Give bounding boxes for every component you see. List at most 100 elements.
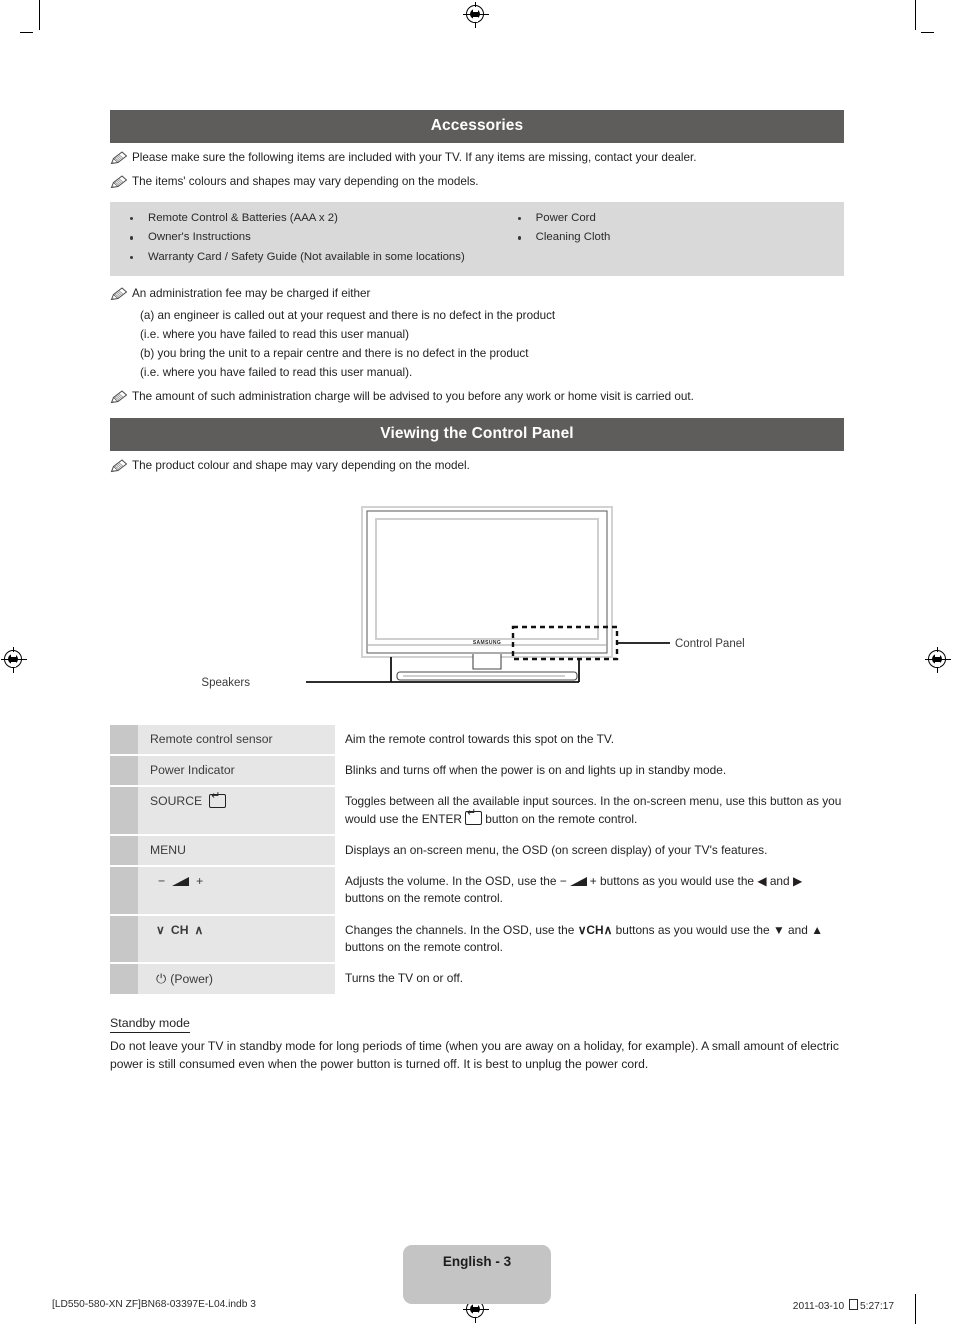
table-row-volume: − + Adjusts the volume. In the OSD, use … <box>110 867 844 914</box>
crop-mark-top-right <box>915 0 916 30</box>
ampm-glyph-icon <box>849 1299 858 1310</box>
note-accessories-2: The items' colours and shapes may vary d… <box>110 174 844 191</box>
row-label: MENU <box>138 835 335 866</box>
table-row: Power Indicator Blinks and turns off whe… <box>110 756 844 786</box>
accessories-column-right: Power Cord Cleaning Cloth <box>492 209 844 267</box>
volume-triangle-icon <box>172 876 190 886</box>
note-text: The amount of such administration charge… <box>132 389 694 403</box>
desc-part: Changes the channels. In the OSD, use th… <box>345 922 578 937</box>
desc-part: buttons as you would use the <box>612 922 773 937</box>
triangle-down-icon: ▼ <box>772 922 785 937</box>
row-description: Toggles between all the available input … <box>335 787 844 834</box>
list-item: Owner's Instructions <box>116 228 492 247</box>
list-item: Power Cord <box>504 209 844 228</box>
fee-line: (i.e. where you have failed to read this… <box>140 328 409 342</box>
desc-part: buttons as you would use the <box>596 874 758 889</box>
table-row: MENU Displays an on-screen menu, the OSD… <box>110 835 844 866</box>
right-arrow-icon: ▶ <box>792 874 803 889</box>
fee-line: (i.e. where you have failed to read this… <box>140 365 413 379</box>
minus-sign: − <box>158 874 166 889</box>
note-admin-charge: The amount of such administration charge… <box>110 389 844 406</box>
footer-timestamp: 2011-03-10 5:27:17 <box>793 1299 894 1312</box>
tv-brand-label: SAMSUNG <box>473 640 501 646</box>
standby-mode-section: Standby mode Do not leave your TV in sta… <box>110 1014 844 1073</box>
note-pencil-icon <box>110 390 132 404</box>
row-label-text: (Power) <box>170 972 213 987</box>
row-description: Turns the TV on or off. <box>345 971 464 986</box>
row-description: Displays an on-screen menu, the OSD (on … <box>345 842 768 857</box>
desc-part: buttons on the remote control. <box>345 891 503 906</box>
callout-speakers: Speakers <box>201 677 250 689</box>
callout-control-panel: Control Panel <box>675 638 745 650</box>
row-description: Changes the channels. In the OSD, use th… <box>335 916 844 963</box>
desc-enter-label: ENTER <box>421 811 462 826</box>
row-description: Adjusts the volume. In the OSD, use the … <box>335 867 844 914</box>
note-text: The items' colours and shapes may vary d… <box>132 174 479 188</box>
row-label-text: Power Indicator <box>150 763 235 778</box>
standby-mode-body: Do not leave your TV in standby mode for… <box>110 1039 839 1071</box>
row-label: Remote control sensor <box>138 724 335 755</box>
chevron-up-icon: ∧ <box>603 922 613 937</box>
row-number-swatch <box>110 964 138 995</box>
tv-diagram: SAMSUNG Control Panel Speakers <box>110 497 844 707</box>
row-label: − + <box>138 867 335 914</box>
table-row-power: ⏻ (Power) Turns the TV on or off. <box>110 964 844 995</box>
page-content: Accessories Please make sure the followi… <box>110 110 844 1073</box>
row-number-swatch <box>110 915 138 963</box>
power-icon: ⏻ <box>156 971 167 987</box>
row-number-swatch <box>110 756 138 786</box>
desc-part: and <box>784 922 812 937</box>
desc-part: button on the remote control. <box>482 811 638 826</box>
desc-part: and <box>766 874 793 889</box>
row-label: Power Indicator <box>138 756 335 786</box>
enter-key-icon <box>465 807 482 825</box>
note-pencil-icon <box>110 459 132 473</box>
enter-key-icon <box>209 790 227 809</box>
fee-line: (a) an engineer is called out at your re… <box>140 309 556 323</box>
crop-mark-top-left-tick <box>20 32 33 33</box>
section-header-accessories: Accessories <box>110 110 844 143</box>
plus-sign: + <box>589 874 597 889</box>
note-pencil-icon <box>110 151 132 165</box>
note-text: An administration fee may be charged if … <box>132 287 371 301</box>
list-item: Cleaning Cloth <box>504 228 844 247</box>
row-number-swatch <box>110 787 138 834</box>
note-pencil-icon <box>110 175 132 189</box>
row-label: ∨ CH ∧ <box>138 915 335 963</box>
crop-mark-bottom-right <box>915 1294 916 1324</box>
minus-sign: − <box>559 874 567 889</box>
crop-mark-top-right-tick <box>921 32 934 33</box>
left-arrow-icon: ◀ <box>757 874 767 889</box>
footer-date: 2011-03-10 <box>792 1301 845 1312</box>
note-text: Please make sure the following items are… <box>132 151 697 164</box>
note-accessories-1: Please make sure the following items are… <box>110 150 844 167</box>
row-number-swatch <box>110 867 138 914</box>
list-item: Remote Control & Batteries (AAA x 2) <box>116 209 492 228</box>
footer-file-info: [LD550-580-XN ZF]BN68-03397E-L04.indb 3 <box>52 1299 256 1310</box>
note-admin-fee: An administration fee may be charged if … <box>110 286 844 303</box>
registration-mark-right <box>925 647 951 673</box>
row-label: ⏻ (Power) <box>138 964 335 995</box>
note-control-panel: The product colour and shape may vary de… <box>110 458 844 475</box>
row-label-text: Remote control sensor <box>150 731 273 746</box>
table-row-source: SOURCE Toggles between all the available… <box>110 787 844 834</box>
footer-time: 5:27:17 <box>860 1301 894 1312</box>
list-item: Warranty Card / Safety Guide (Not availa… <box>116 248 492 267</box>
row-label-text: SOURCE <box>150 794 203 809</box>
note-pencil-icon <box>110 287 132 301</box>
row-number-swatch <box>110 835 138 866</box>
row-label: SOURCE <box>138 787 335 834</box>
triangle-up-icon: ▲ <box>811 922 823 937</box>
standby-mode-title: Standby mode <box>110 1016 190 1034</box>
row-description: Blinks and turns off when the power is o… <box>345 763 727 778</box>
row-label-text: CH <box>170 922 189 937</box>
chevron-up-icon: ∧ <box>194 922 204 937</box>
table-row-channel: ∨ CH ∧ Changes the channels. In the OSD,… <box>110 915 844 963</box>
control-panel-table: Remote control sensor Aim the remote con… <box>110 724 844 995</box>
row-description: Aim the remote control towards this spot… <box>345 731 614 746</box>
accessories-column-left: Remote Control & Batteries (AAA x 2) Own… <box>110 209 492 267</box>
admin-fee-lines: (a) an engineer is called out at your re… <box>110 307 844 383</box>
page-number-badge: English - 3 <box>403 1245 551 1304</box>
crop-mark-top-left <box>39 0 40 30</box>
accessories-list-table: Remote Control & Batteries (AAA x 2) Own… <box>110 201 844 277</box>
